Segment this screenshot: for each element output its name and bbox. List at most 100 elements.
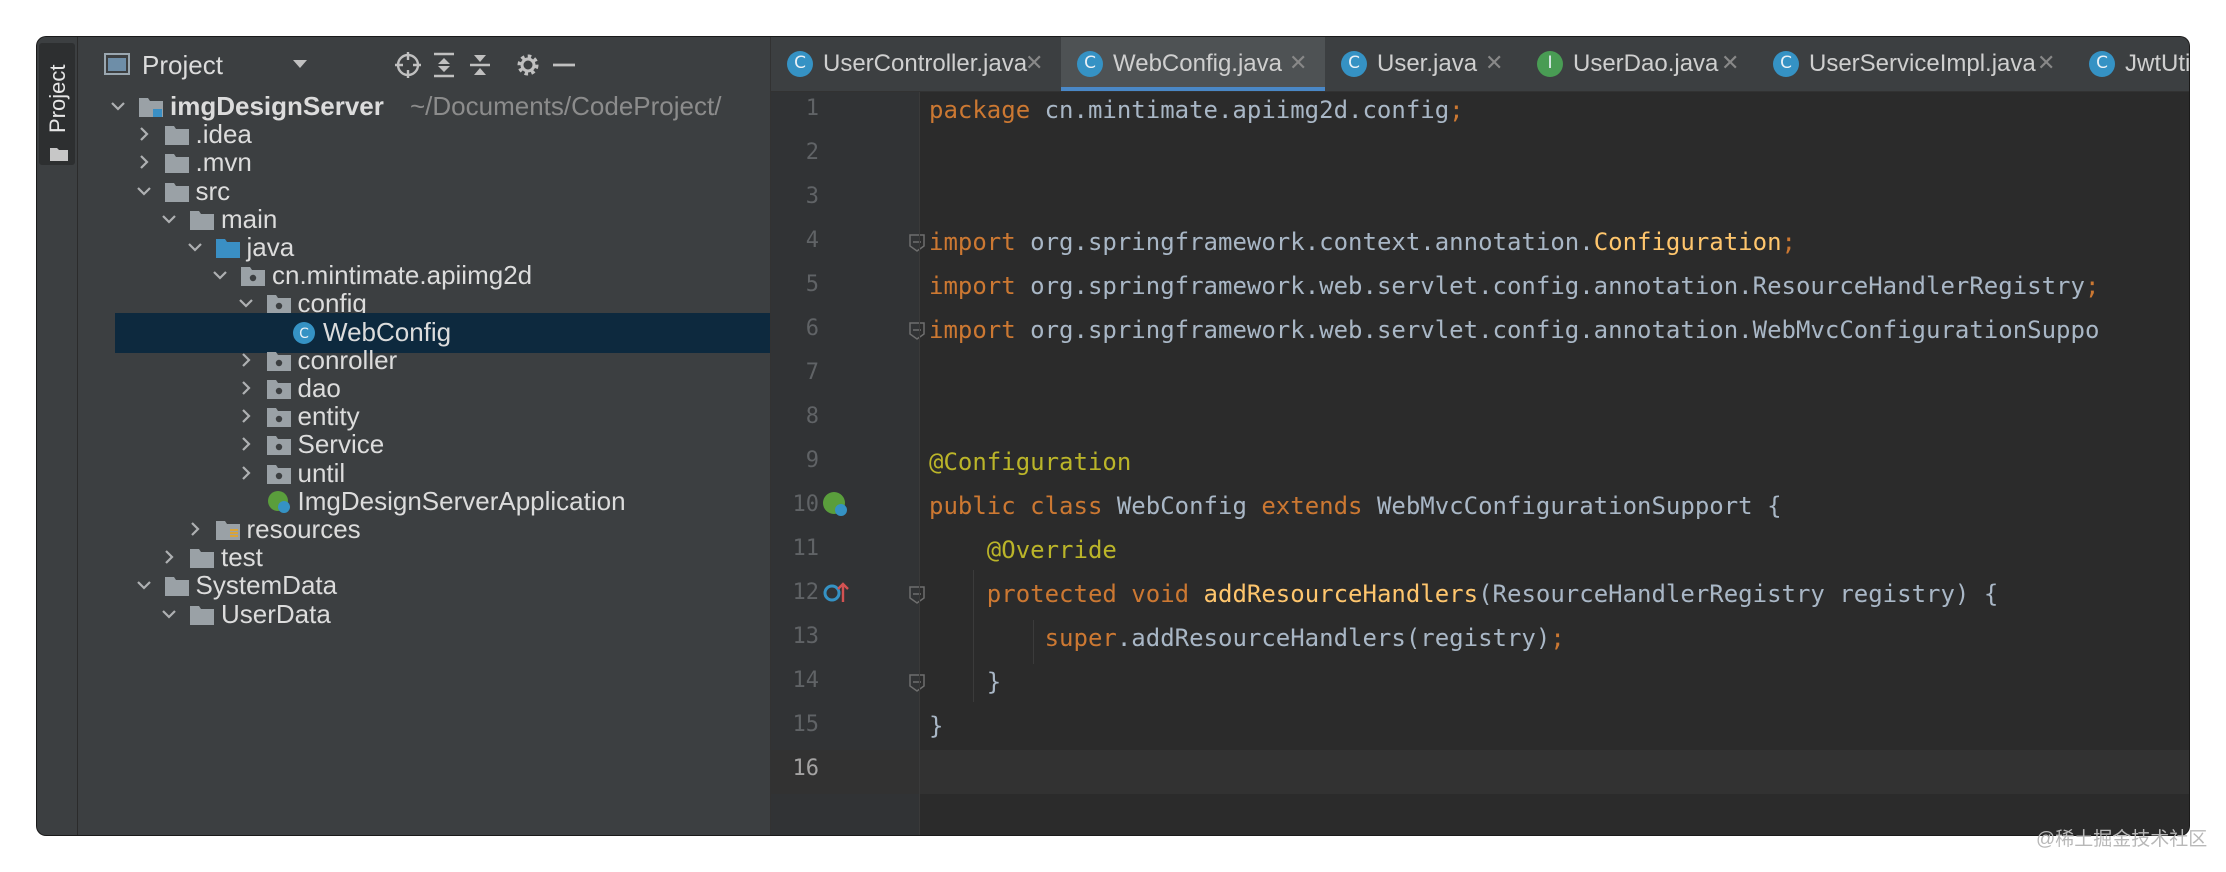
tree-row[interactable]: UserData [78,595,778,635]
tab-label: UserServiceImpl.java [1809,50,2036,77]
tab-label: User.java [1377,50,1478,77]
close-icon[interactable]: ✕ [2037,50,2055,76]
spring-bean-icon[interactable] [821,490,851,520]
line-number: 4 [805,228,819,253]
chevron-down-icon[interactable] [185,237,205,257]
chevron-right-icon[interactable] [236,378,256,398]
code-line: public class WebConfig extends WebMvcCon… [929,492,1782,520]
chevron-right-icon[interactable] [236,350,256,370]
line-number: 2 [805,140,819,165]
code-token: @Configuration [929,448,1132,476]
line-number: 3 [805,184,819,209]
tab-label: JwtUti [2125,50,2189,77]
editor-tab-bar: C UserController.java ✕ C WebConfig.java ✕ C Us… [771,37,2189,92]
current-line-highlight [919,750,2189,794]
code-line: import org.springframework.context.annot… [929,228,1796,256]
chevron-down-icon[interactable] [134,575,154,595]
code-line: protected void addResourceHandlers(Resou… [929,580,1998,608]
chevron-right-icon[interactable] [134,124,154,144]
gutter-separator [919,92,920,835]
line-number: 8 [805,404,819,429]
close-icon[interactable]: ✕ [1289,50,1307,76]
code-line: package cn.mintimate.apiimg2d.config; [929,96,1464,124]
collapse-all-icon[interactable] [464,49,496,81]
minimize-icon[interactable] [548,49,580,81]
class-icon: C [1773,51,1799,77]
gear-icon[interactable] [512,49,544,81]
folder-icon [50,148,68,161]
editor-tab[interactable]: C JwtUti [2073,37,2189,91]
indent-guide [1033,620,1034,664]
indent-guide [973,570,974,702]
project-tool-button[interactable]: Project [39,43,75,165]
code-token: import [929,316,1031,344]
line-number: 11 [792,536,820,561]
folder-icon [190,605,214,625]
editor-tab[interactable]: I UserDao.java ✕ [1521,37,1757,91]
tab-label: UserController.java [823,50,1028,77]
line-number: 5 [805,272,819,297]
code-token: import [929,228,1031,256]
editor-tab[interactable]: C UserController.java ✕ [771,37,1061,91]
code-token: public class [929,492,1117,520]
tree-item-label: UserData [221,598,331,629]
chevron-down-icon[interactable] [134,181,154,201]
project-view-icon [104,53,130,75]
editor-tab[interactable]: C UserServiceImpl.java ✕ [1757,37,2073,91]
chevron-down-icon[interactable] [159,604,179,624]
code-token: super [1044,624,1117,652]
class-icon: C [787,51,813,77]
chevron-down-icon[interactable] [108,96,128,116]
close-icon[interactable]: ✕ [1485,50,1503,76]
chevron-right-icon[interactable] [236,406,256,426]
code-token: WebMvcConfigurationSupport { [1376,492,1782,520]
active-tab-indicator [1061,87,1325,91]
project-panel: Project imgDesignServer ~/Documents/CodeP… [78,37,808,835]
chevron-down-icon[interactable] [292,59,308,69]
class-icon: C [2089,51,2115,77]
tab-label: WebConfig.java [1113,50,1282,77]
tool-window-strip: Project [37,37,78,835]
editor-tab[interactable]: C User.java ✕ [1325,37,1521,91]
editor-tab[interactable]: C WebConfig.java ✕ [1061,37,1325,91]
code-token: import [929,272,1031,300]
chevron-down-icon[interactable] [236,293,256,313]
chevron-right-icon[interactable] [134,152,154,172]
override-method-icon[interactable] [821,578,851,608]
code-line: @Configuration [929,448,1131,476]
code-line: super.addResourceHandlers(registry); [929,624,1565,652]
code-area[interactable]: package cn.mintimate.apiimg2d.config; imp… [919,92,2189,835]
project-tree: imgDesignServer ~/Documents/CodeProject/.… [78,93,778,835]
chevron-right-icon[interactable] [236,434,256,454]
line-number: 6 [805,316,819,341]
code-token: } [929,712,944,740]
code-line: import org.springframework.web.servlet.c… [929,272,2099,300]
expand-all-icon[interactable] [428,49,460,81]
editor-gutter: 1 2 3 4 5 6 7 8 9 10 11 12 13 14 15 16 [771,92,925,835]
line-number: 13 [792,624,820,649]
close-icon[interactable]: ✕ [1721,50,1739,76]
chevron-down-icon[interactable] [210,265,230,285]
watermark: @稀土掘金技术社区 [2036,829,2208,850]
line-number: 15 [792,712,820,737]
locate-icon[interactable] [392,49,424,81]
chevron-right-icon[interactable] [236,463,256,483]
chevron-down-icon[interactable] [159,209,179,229]
code-token: ; [1449,96,1464,124]
ide-window: Project Project imgDesignServer ~/Documen… [37,37,2189,835]
code-token: ; [1781,228,1796,256]
code-token: } [929,668,1002,696]
code-token: ; [2084,272,2100,300]
close-icon[interactable]: ✕ [1025,50,1043,76]
code-token: WebConfig [1116,492,1262,520]
tab-label: UserDao.java [1573,50,1719,77]
class-icon: C [1341,51,1367,77]
svg-text:C: C [299,326,309,342]
interface-icon: I [1537,51,1563,77]
chevron-right-icon[interactable] [159,547,179,567]
code-token: ; [1550,624,1565,652]
chevron-right-icon[interactable] [185,519,205,539]
project-panel-title[interactable]: Project [142,50,223,81]
